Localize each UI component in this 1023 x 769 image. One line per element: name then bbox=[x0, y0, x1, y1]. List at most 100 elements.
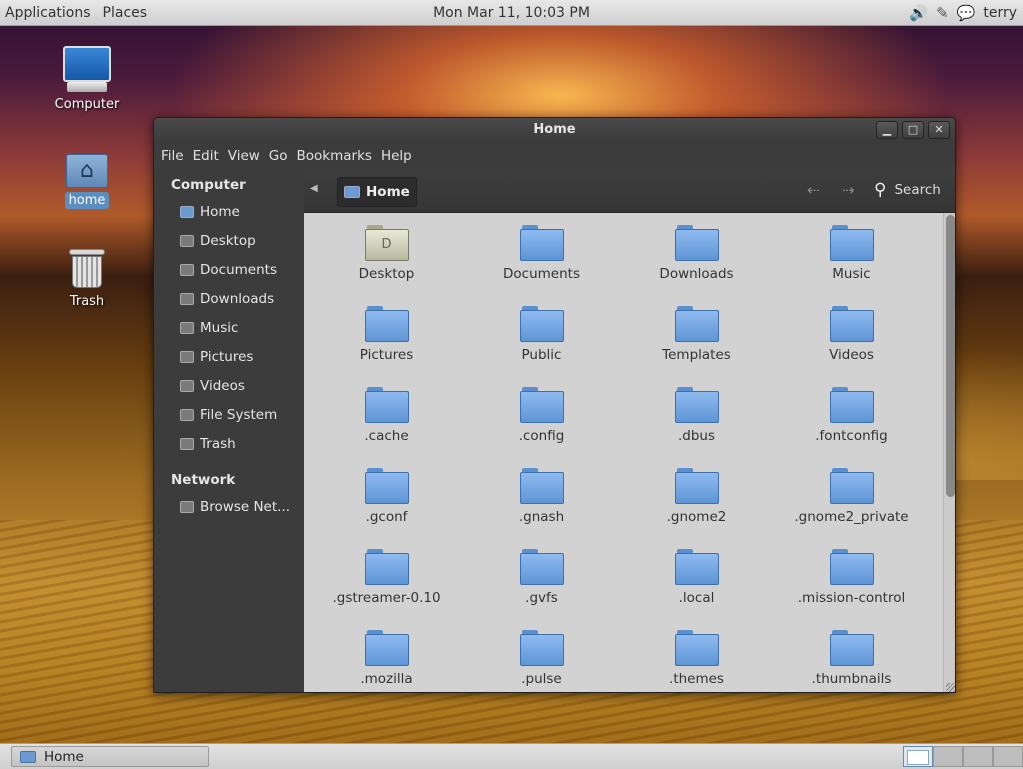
file-item[interactable]: Templates bbox=[619, 304, 774, 385]
sidebar-item-home[interactable]: Home bbox=[154, 197, 304, 226]
file-name: .gnome2 bbox=[666, 509, 727, 525]
resize-grip-icon[interactable] bbox=[946, 683, 955, 692]
taskbar-item-home[interactable]: Home bbox=[11, 746, 209, 767]
file-item[interactable]: Desktop bbox=[309, 223, 464, 304]
file-item[interactable]: Videos bbox=[774, 304, 929, 385]
applications-menu[interactable]: Applications bbox=[0, 5, 97, 21]
file-name: .gnome2_private bbox=[794, 509, 909, 525]
volume-icon[interactable]: 🔊 bbox=[909, 4, 928, 22]
workspace-2[interactable] bbox=[933, 746, 963, 767]
window-body: Computer Home Desktop Documents Download… bbox=[154, 169, 955, 692]
sidebar-item-trash[interactable]: Trash bbox=[154, 429, 304, 458]
file-item[interactable]: Downloads bbox=[619, 223, 774, 304]
sidebar-item-browse-network[interactable]: Browse Net... bbox=[154, 492, 304, 521]
desktop-icon-home[interactable]: home bbox=[47, 154, 127, 209]
folder-icon bbox=[519, 225, 564, 261]
workspace-4[interactable] bbox=[993, 746, 1023, 767]
menu-edit[interactable]: Edit bbox=[189, 148, 223, 164]
folder-icon bbox=[829, 306, 874, 342]
file-item[interactable]: .cache bbox=[309, 385, 464, 466]
search-button[interactable]: ⚲ Search bbox=[874, 180, 941, 200]
file-item[interactable]: .thumbnails bbox=[774, 628, 929, 692]
forward-arrow-icon[interactable]: ⇢ bbox=[842, 181, 855, 199]
file-item[interactable]: .gstreamer-0.10 bbox=[309, 547, 464, 628]
file-item[interactable]: .gnome2 bbox=[619, 466, 774, 547]
file-item[interactable]: .gnash bbox=[464, 466, 619, 547]
sidebar-item-file-system[interactable]: File System bbox=[154, 400, 304, 429]
folder-icon bbox=[519, 306, 564, 342]
file-item[interactable]: .gconf bbox=[309, 466, 464, 547]
maximize-button[interactable]: □ bbox=[902, 121, 924, 139]
file-item[interactable]: Pictures bbox=[309, 304, 464, 385]
scrollbar-thumb[interactable] bbox=[946, 215, 955, 497]
menu-bookmarks[interactable]: Bookmarks bbox=[293, 148, 376, 164]
clock[interactable]: Mon Mar 11, 10:03 PM bbox=[433, 5, 590, 21]
file-item[interactable]: .themes bbox=[619, 628, 774, 692]
drive-icon bbox=[180, 408, 194, 421]
file-item[interactable]: .mission-control bbox=[774, 547, 929, 628]
file-name: Public bbox=[521, 347, 562, 363]
trash-lid bbox=[69, 249, 105, 255]
window-title: Home bbox=[533, 122, 576, 137]
path-scroll-left-icon[interactable]: ◀ bbox=[310, 183, 318, 194]
folder-icon bbox=[180, 234, 194, 247]
file-item[interactable]: .dbus bbox=[619, 385, 774, 466]
menu-help[interactable]: Help bbox=[377, 148, 416, 164]
sidebar-item-music[interactable]: Music bbox=[154, 313, 304, 342]
breadcrumb-label: Home bbox=[366, 184, 410, 200]
sidebar-item-label: Documents bbox=[200, 261, 277, 278]
sidebar-item-downloads[interactable]: Downloads bbox=[154, 284, 304, 313]
vertical-scrollbar[interactable] bbox=[943, 213, 955, 692]
workspace-1[interactable] bbox=[903, 746, 933, 767]
file-item[interactable]: .fontconfig bbox=[774, 385, 929, 466]
file-item[interactable]: Music bbox=[774, 223, 929, 304]
close-button[interactable]: ✕ bbox=[928, 121, 950, 139]
desktop-icon-label: home bbox=[64, 192, 110, 209]
file-name: .cache bbox=[364, 428, 409, 444]
breadcrumb-home[interactable]: Home bbox=[337, 177, 417, 207]
menu-go[interactable]: Go bbox=[265, 148, 292, 164]
file-name: .gnash bbox=[518, 509, 565, 525]
accessibility-icon[interactable]: ✎ bbox=[936, 4, 949, 22]
back-arrow-icon[interactable]: ⇠ bbox=[807, 181, 820, 199]
chat-icon[interactable]: 💬 bbox=[957, 4, 976, 22]
places-menu[interactable]: Places bbox=[97, 5, 154, 21]
folder-icon bbox=[180, 321, 194, 334]
sidebar-item-videos[interactable]: Videos bbox=[154, 371, 304, 400]
sidebar-item-desktop[interactable]: Desktop bbox=[154, 226, 304, 255]
file-item[interactable]: .gvfs bbox=[464, 547, 619, 628]
file-item[interactable]: .gnome2_private bbox=[774, 466, 929, 547]
sidebar-item-label: File System bbox=[200, 406, 278, 423]
workspace-3[interactable] bbox=[963, 746, 993, 767]
trash-can bbox=[72, 256, 102, 288]
sidebar-item-pictures[interactable]: Pictures bbox=[154, 342, 304, 371]
file-name: Music bbox=[832, 266, 871, 282]
home-folder-icon bbox=[66, 154, 108, 188]
file-item[interactable]: .pulse bbox=[464, 628, 619, 692]
file-item[interactable]: Documents bbox=[464, 223, 619, 304]
trash-icon bbox=[69, 249, 105, 289]
menu-file[interactable]: File bbox=[157, 148, 188, 164]
file-item[interactable]: .mozilla bbox=[309, 628, 464, 692]
window-titlebar[interactable]: Home ▁ □ ✕ bbox=[154, 118, 955, 143]
sidebar-item-documents[interactable]: Documents bbox=[154, 255, 304, 284]
desktop-icon-computer[interactable]: Computer bbox=[47, 46, 127, 113]
file-name: .gvfs bbox=[525, 590, 558, 606]
file-item[interactable]: .local bbox=[619, 547, 774, 628]
file-item[interactable]: Public bbox=[464, 304, 619, 385]
user-menu[interactable]: terry bbox=[983, 5, 1017, 21]
computer-icon bbox=[63, 46, 111, 82]
trash-icon bbox=[180, 437, 194, 450]
sidebar-heading-network: Network bbox=[171, 472, 236, 488]
file-item[interactable]: .config bbox=[464, 385, 619, 466]
folder-icon bbox=[20, 750, 36, 763]
menu-view[interactable]: View bbox=[224, 148, 264, 164]
folder-icon bbox=[364, 549, 409, 585]
home-icon bbox=[344, 186, 360, 198]
folder-icon bbox=[674, 387, 719, 423]
file-name: .themes bbox=[669, 671, 724, 687]
desktop-icon-trash[interactable]: Trash bbox=[47, 249, 127, 310]
desktop-icon-label: Trash bbox=[69, 294, 105, 309]
minimize-button[interactable]: ▁ bbox=[876, 121, 898, 139]
places-sidebar: Computer Home Desktop Documents Download… bbox=[154, 169, 304, 692]
